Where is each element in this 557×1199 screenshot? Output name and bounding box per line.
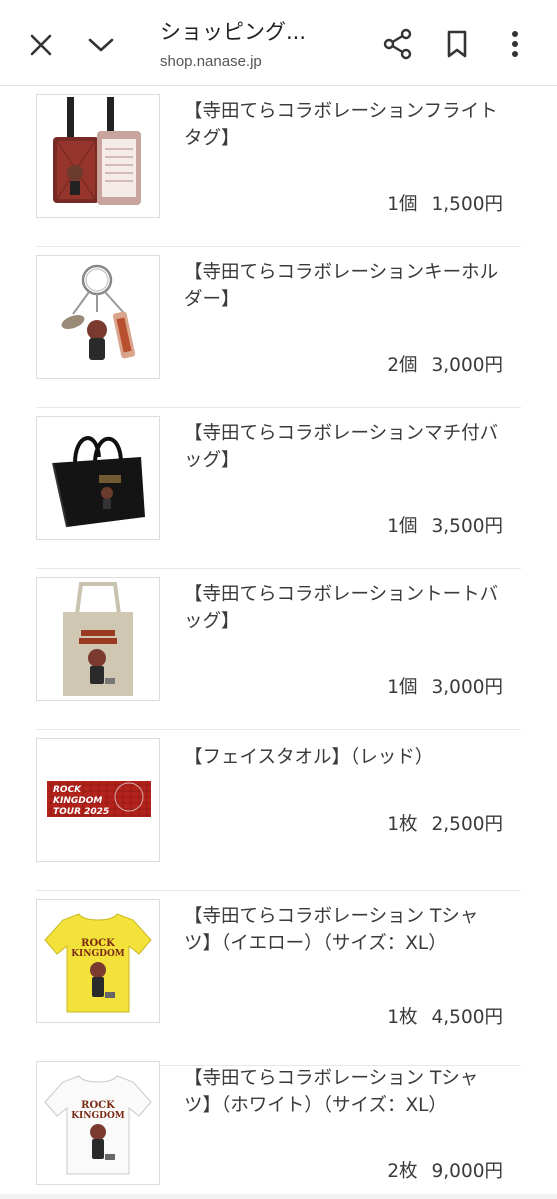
product-price-line: 1個 3,000円 [387, 673, 503, 699]
product-name[interactable]: 【寺田てらコラボレーションフライトタグ】 [184, 98, 504, 152]
tshirt-text-kingdom: KINGDOM [71, 949, 125, 959]
product-name[interactable]: 【寺田てらコラボレーション Tシャツ】（イエロー）（サイズ：XL） [184, 903, 504, 957]
bookmark-icon [447, 30, 467, 58]
share-icon [383, 28, 412, 60]
more-options-button[interactable] [498, 24, 532, 64]
product-price-line: 1個 3,500円 [387, 512, 503, 538]
cart-item[interactable]: 【寺田てらコラボレーションキーホルダー】 2個 3,000円 [36, 247, 521, 408]
close-button[interactable] [22, 26, 60, 64]
towel-text-rock: ROCK [53, 785, 82, 795]
share-button[interactable] [378, 24, 418, 64]
product-price: 2,500円 [431, 814, 503, 835]
product-quantity: 1個 [387, 677, 418, 698]
product-image-tote-bag[interactable] [36, 577, 160, 701]
product-price-line: 1個 1,500円 [387, 190, 503, 216]
product-price: 9,000円 [431, 1161, 503, 1182]
towel-text-kingdom: KINGDOM [53, 796, 102, 806]
product-name[interactable]: 【寺田てらコラボレーションマチ付バッグ】 [184, 420, 504, 474]
cart-item[interactable]: ROCK KINGDOM TOUR 2025 【フェイスタオル】（レッド） 1枚… [36, 730, 521, 891]
product-price-line: 1枚 2,500円 [387, 810, 503, 836]
product-price-line: 2枚 9,000円 [387, 1157, 503, 1183]
page-title: ショッピング... [160, 20, 307, 44]
product-name[interactable]: 【フェイスタオル】（レッド） [184, 744, 504, 771]
product-name[interactable]: 【寺田てらコラボレーションキーホルダー】 [184, 259, 504, 313]
product-price-line: 1枚 4,500円 [387, 1003, 503, 1029]
product-image-keyholder[interactable] [36, 255, 160, 379]
product-image-flight-tag[interactable] [36, 94, 160, 218]
towel-text-tour: TOUR 2025 [53, 807, 109, 817]
close-icon [30, 34, 52, 56]
page-url: shop.nanase.jp [160, 53, 262, 70]
cart-item[interactable]: ROCK KINGDOM 【寺田てらコラボレーション Tシャツ】（ホワイト）（サ… [36, 1053, 521, 1194]
product-quantity: 1個 [387, 194, 418, 215]
bookmark-button[interactable] [437, 24, 477, 64]
product-price: 3,500円 [431, 516, 503, 537]
product-price: 3,000円 [431, 677, 503, 698]
chevron-down-icon [88, 38, 114, 52]
product-name[interactable]: 【寺田てらコラボレーショントートバッグ】 [184, 581, 504, 635]
product-quantity: 1枚 [387, 1007, 418, 1028]
tshirt-text-rock: ROCK [81, 938, 115, 949]
product-price: 4,500円 [431, 1007, 503, 1028]
more-vert-icon [512, 31, 518, 57]
product-image-tshirt-white[interactable]: ROCK KINGDOM [36, 1061, 160, 1185]
cart-item[interactable]: 【寺田てらコラボレーショントートバッグ】 1個 3,000円 [36, 569, 521, 730]
cart-item[interactable]: ROCK KINGDOM 【寺田てらコラボレーション Tシャツ】（イエロー）（サ… [36, 891, 521, 1066]
product-name[interactable]: 【寺田てらコラボレーション Tシャツ】（ホワイト）（サイズ：XL） [184, 1065, 504, 1119]
product-image-tshirt-yellow[interactable]: ROCK KINGDOM [36, 899, 160, 1023]
product-quantity: 1枚 [387, 814, 418, 835]
product-image-black-bag[interactable] [36, 416, 160, 540]
product-price: 1,500円 [431, 194, 503, 215]
tshirt-text-rock: ROCK [81, 1100, 115, 1111]
browser-top-bar: ショッピング... shop.nanase.jp [0, 0, 557, 86]
cart-item[interactable]: 【寺田てらコラボレーションフライトタグ】 1個 1,500円 [36, 86, 521, 247]
product-price: 3,000円 [431, 355, 503, 376]
product-quantity: 1個 [387, 516, 418, 537]
cart-item[interactable]: 【寺田てらコラボレーションマチ付バッグ】 1個 3,500円 [36, 408, 521, 569]
bottom-divider [0, 1194, 557, 1199]
collapse-button[interactable] [82, 26, 120, 64]
product-price-line: 2個 3,000円 [387, 351, 503, 377]
product-quantity: 2枚 [387, 1161, 418, 1182]
product-image-face-towel[interactable]: ROCK KINGDOM TOUR 2025 [36, 738, 160, 862]
product-quantity: 2個 [387, 355, 418, 376]
tshirt-text-kingdom: KINGDOM [71, 1111, 125, 1121]
